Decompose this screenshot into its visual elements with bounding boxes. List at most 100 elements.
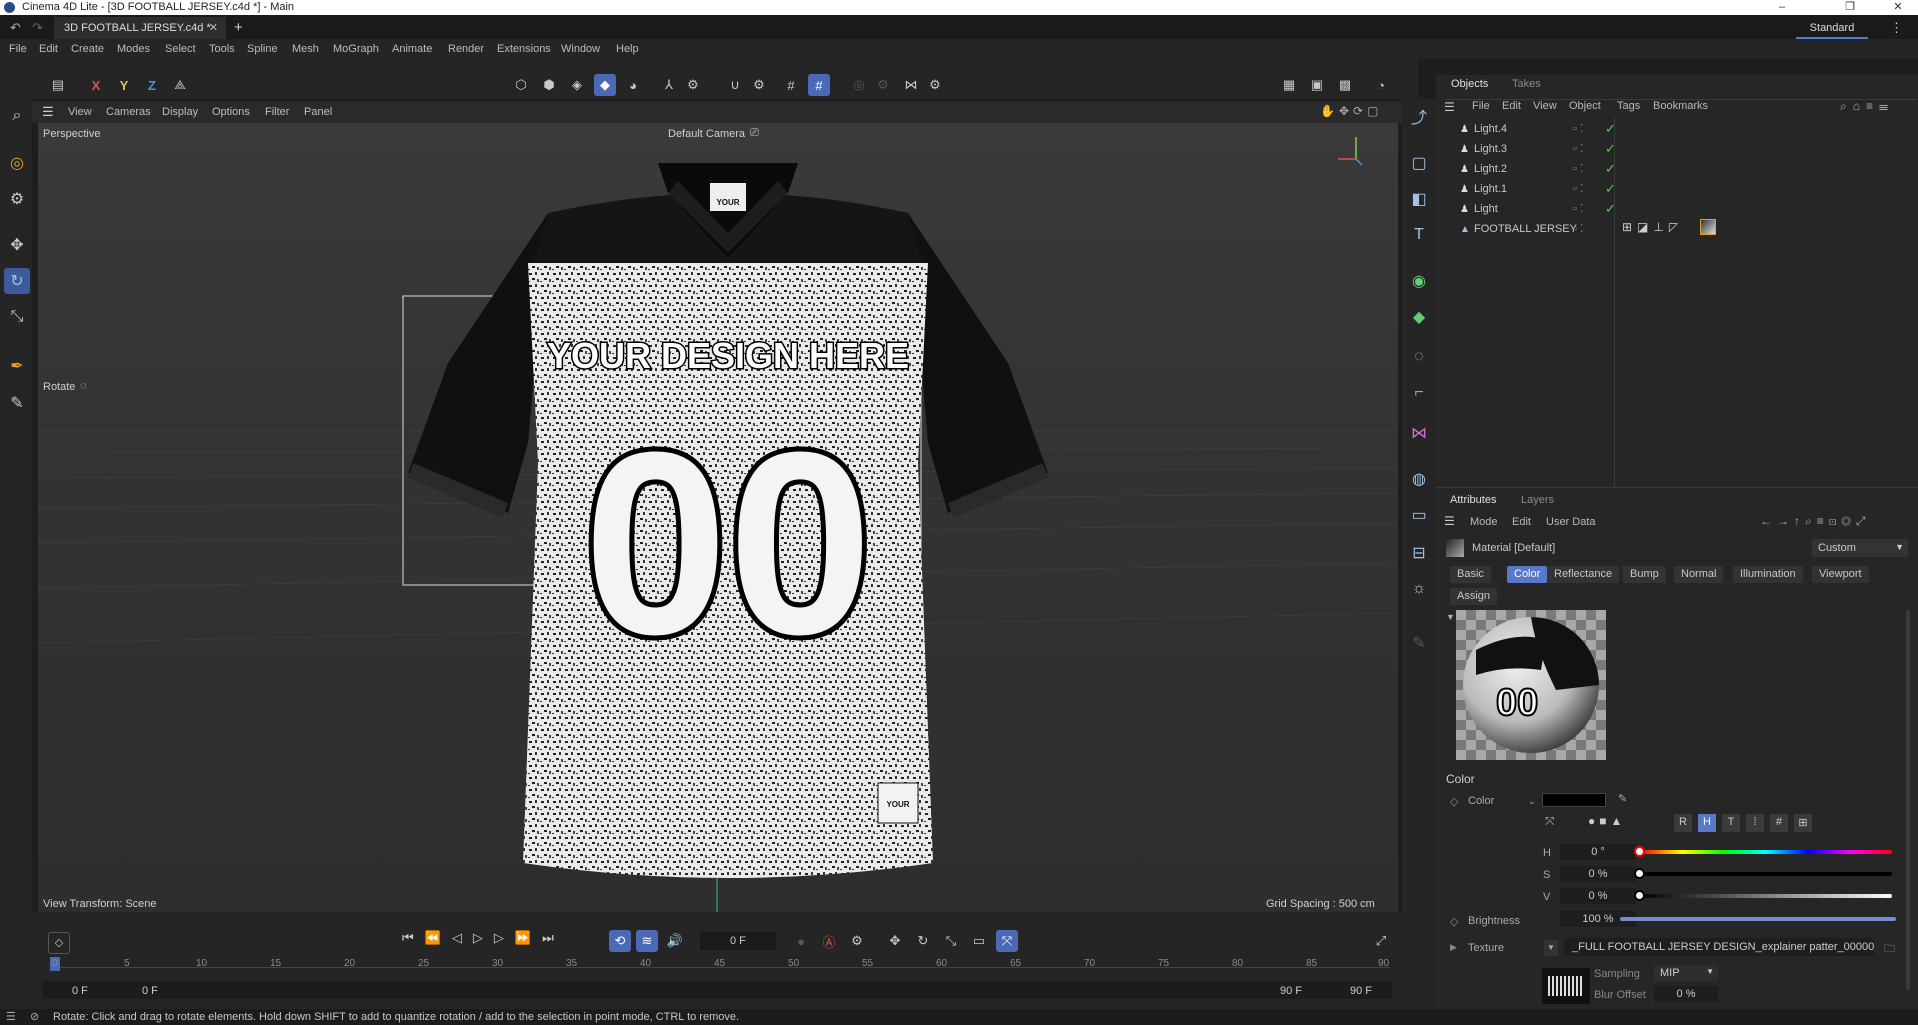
soft-selection-icon[interactable]: ◎ <box>848 74 870 96</box>
minimize-button[interactable]: – <box>1762 0 1802 15</box>
render-to-picture-viewer-icon[interactable]: ▩ <box>1334 74 1356 96</box>
visibility-dot[interactable]: ▫ ⁚ <box>1573 202 1583 215</box>
texture-path-field[interactable]: _FULL FOOTBALL JERSEY DESIGN_explainer p… <box>1564 938 1874 956</box>
key-param-icon[interactable]: ▭ <box>968 930 990 952</box>
axis-mode-icon[interactable]: ⅄ <box>658 74 680 96</box>
interactive-render-icon[interactable]: ◔ <box>1370 74 1392 96</box>
status-menu-icon[interactable]: ☰ <box>6 1010 16 1023</box>
camera-object-icon[interactable]: ▭ <box>1406 502 1432 528</box>
visibility-dot[interactable]: ▫ ⁚ <box>1573 222 1583 235</box>
subdivision-icon[interactable]: ◆ <box>1406 304 1432 330</box>
key-scale-icon[interactable]: ⤡ <box>940 930 962 952</box>
symmetry-settings-icon[interactable]: ⚙ <box>924 74 946 96</box>
value-slider-handle[interactable] <box>1634 890 1645 901</box>
symmetry-icon[interactable]: ⋈ <box>900 74 922 96</box>
deformer-icon[interactable]: ◌ <box>1406 344 1432 370</box>
snap-icon[interactable]: ∪ <box>724 74 746 96</box>
scene-object-icon[interactable]: ⊟ <box>1406 540 1432 566</box>
3d-viewport[interactable]: Perspective Default Camera ⎚ Rotate ◌ YO… <box>38 123 1398 912</box>
menu-help[interactable]: Help <box>616 43 639 55</box>
points-mode-icon[interactable]: ⬡ <box>510 74 532 96</box>
preview-end-field[interactable]: 90 F <box>1280 985 1302 997</box>
enabled-check-icon[interactable]: ✓ <box>1605 201 1616 217</box>
keyframe-settings-icon[interactable]: ⚙ <box>846 930 868 952</box>
spline-tool-icon[interactable]: ⤴ <box>1406 103 1432 129</box>
fps-icon[interactable]: ≋ <box>636 930 658 952</box>
sampling-dropdown[interactable]: MIP ▼ <box>1654 965 1718 981</box>
channel-tab-bump[interactable]: Bump <box>1623 566 1666 583</box>
cube-icon[interactable]: ◧ <box>1406 186 1432 212</box>
polygons-mode-icon[interactable]: ◈ <box>566 74 588 96</box>
paint-icon[interactable]: ✎ <box>1406 630 1432 656</box>
move-tool-icon[interactable]: ✥ <box>4 232 30 258</box>
light-object-icon[interactable]: ☼ <box>1406 576 1432 602</box>
menu-select[interactable]: Select <box>165 43 196 55</box>
attributes-menu-mode[interactable]: Mode <box>1470 516 1498 528</box>
search-icon[interactable]: ⌕ <box>4 103 30 129</box>
objects-search-filter-icons[interactable]: ⌕⌂≡☰ <box>1840 99 1894 114</box>
viewport-menu-filter[interactable]: Filter <box>265 106 289 118</box>
menu-spline[interactable]: Spline <box>247 43 278 55</box>
text-icon[interactable]: T <box>1406 222 1432 248</box>
maximize-button[interactable]: ❐ <box>1830 0 1870 15</box>
channel-tab-color[interactable]: Color <box>1507 566 1548 583</box>
viewport-menu-view[interactable]: View <box>68 106 92 118</box>
enabled-check-icon[interactable]: ✓ <box>1605 121 1616 137</box>
rectangle-icon[interactable]: ▢ <box>1406 150 1432 176</box>
bend-icon[interactable]: ⌐ <box>1406 380 1432 406</box>
saturation-slider-handle[interactable] <box>1634 868 1645 879</box>
brightness-slider[interactable] <box>1620 917 1896 921</box>
channel-tab-basic[interactable]: Basic <box>1450 566 1491 583</box>
viewport-menu-display[interactable]: Display <box>162 106 198 118</box>
object-row[interactable]: ♟ Light <box>1446 200 1916 220</box>
menu-render[interactable]: Render <box>448 43 484 55</box>
blur-offset-input[interactable]: 0 % <box>1654 986 1718 1002</box>
menu-file[interactable]: File <box>9 43 27 55</box>
enabled-check-icon[interactable]: ✓ <box>1605 161 1616 177</box>
visibility-dot[interactable]: ▫ ⁚ <box>1573 142 1583 155</box>
snap-settings-icon[interactable]: ⚙ <box>748 74 770 96</box>
viewport-nav-icons[interactable]: ✋✥⟳▢ <box>1320 104 1382 118</box>
value-input[interactable]: 0 % <box>1560 888 1636 904</box>
browse-folder-icon[interactable]: 🗀 <box>1884 940 1895 959</box>
saturation-slider[interactable] <box>1640 872 1892 876</box>
menu-window[interactable]: Window <box>561 43 600 55</box>
record-off-icon[interactable]: ● <box>790 930 812 952</box>
menu-modes[interactable]: Modes <box>117 43 150 55</box>
color-picker-modes[interactable]: ●■▲ <box>1588 814 1626 828</box>
model-mode-icon[interactable]: ◆ <box>594 74 616 96</box>
visibility-dot[interactable]: ▫ ⁚ <box>1573 182 1583 195</box>
key-pla-icon[interactable]: ⤧ <box>996 930 1018 952</box>
color-swatch[interactable] <box>1542 793 1606 807</box>
layout-tab[interactable]: Standard <box>1796 18 1868 39</box>
keyframe-diamond-icon[interactable]: ◇ <box>1450 795 1458 808</box>
hue-slider-handle[interactable] <box>1634 846 1645 857</box>
y-axis-lock-button[interactable]: Y <box>113 74 135 96</box>
coordinate-system-icon[interactable]: ⟁ <box>169 74 191 96</box>
close-tab-icon[interactable]: ✕ <box>209 21 218 34</box>
key-rotation-icon[interactable]: ↻ <box>912 930 934 952</box>
saturation-input[interactable]: 0 % <box>1560 866 1636 882</box>
environment-icon[interactable]: ◍ <box>1406 466 1432 492</box>
menu-mograph[interactable]: MoGraph <box>333 43 379 55</box>
color-mode-hex[interactable]: # <box>1770 814 1788 832</box>
expand-texture-icon[interactable]: ▶ <box>1450 942 1457 953</box>
attributes-menu-edit[interactable]: Edit <box>1512 516 1531 528</box>
max-frame-field[interactable]: 90 F <box>1350 985 1372 997</box>
edges-mode-icon[interactable]: ⬢ <box>538 74 560 96</box>
color-mode-h[interactable]: H <box>1698 814 1716 832</box>
visibility-dot[interactable]: ▫ ⁚ <box>1573 122 1583 135</box>
viewport-menu-options[interactable]: Options <box>212 106 250 118</box>
enabled-check-icon[interactable]: ✓ <box>1605 141 1616 157</box>
timeline-expand-icon[interactable]: ⤢ <box>1370 930 1392 952</box>
min-frame-field[interactable]: 0 F <box>72 985 88 997</box>
attributes-tab[interactable]: Attributes <box>1450 494 1496 506</box>
color-mode-pick-icon[interactable]: ⤧ <box>1545 814 1555 829</box>
preset-dropdown[interactable]: Custom ▼ <box>1812 539 1908 557</box>
tweak-tool-icon[interactable]: ⚙ <box>4 186 30 212</box>
material-preview[interactable]: 00 <box>1456 610 1606 760</box>
eyedropper-icon[interactable]: ✎ <box>1618 792 1627 805</box>
keyframe-mode-icon[interactable]: ◇ <box>48 932 70 954</box>
spline-pen-icon[interactable]: ✒ <box>4 353 30 379</box>
object-tags[interactable]: ⊞◪⊥◸ <box>1622 220 1683 234</box>
